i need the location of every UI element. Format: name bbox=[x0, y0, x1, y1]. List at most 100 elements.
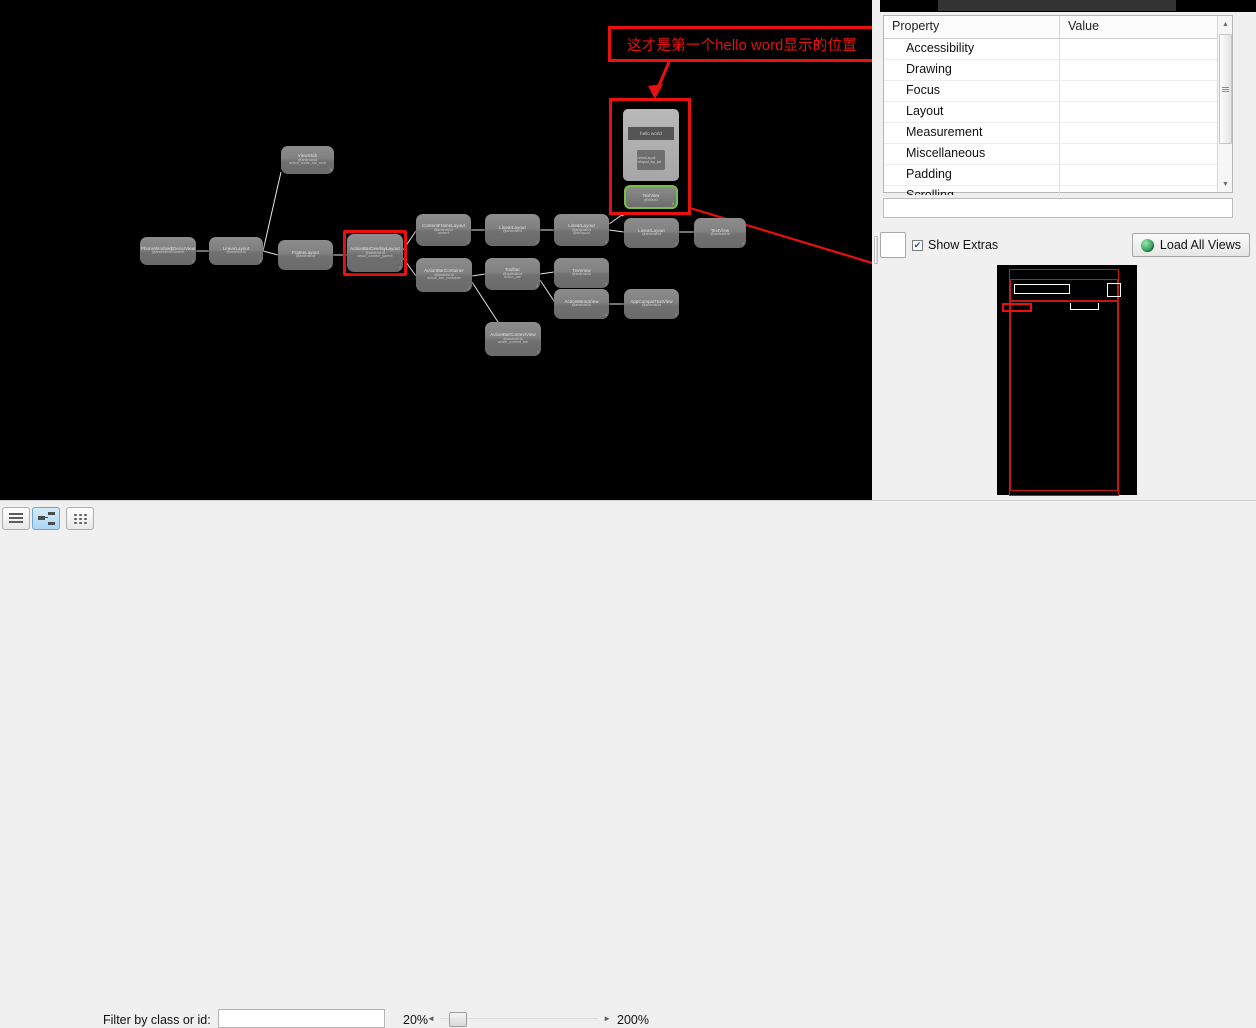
view-tree-canvas[interactable]: hello world LinearLayout id/layout_top_b… bbox=[0, 0, 872, 500]
color-swatch-button[interactable] bbox=[880, 232, 906, 258]
tree-node[interactable]: FrameLayout @android:id 1 bbox=[278, 240, 333, 270]
show-extras-checkbox[interactable]: ✔ Show Extras bbox=[912, 238, 998, 252]
node-preview-popup[interactable]: hello world LinearLayout id/layout_top_b… bbox=[609, 98, 691, 215]
zoom-min-label: 20% bbox=[403, 1013, 429, 1027]
tree-node-badge: 2 bbox=[468, 286, 470, 291]
load-all-views-button[interactable]: Load All Views bbox=[1131, 233, 1250, 257]
tree-node-sub2: action_mode_bar_stub bbox=[289, 161, 326, 166]
table-row[interactable]: Scrolling bbox=[884, 186, 1232, 196]
tree-node-sub2: action_context_bar bbox=[497, 340, 529, 345]
minimap-menu-block bbox=[1107, 283, 1121, 297]
tree-node-sub: @android:id/content bbox=[151, 250, 185, 255]
tree-node[interactable]: ActionBarOverlayLayout @android:id decor_c… bbox=[347, 234, 403, 272]
load-all-views-label: Load All Views bbox=[1159, 238, 1241, 252]
tree-node[interactable]: Toolbar @android:id action_bar 2 bbox=[485, 258, 540, 290]
tree-node[interactable]: LinearLayout @android:id 1 bbox=[624, 218, 679, 248]
table-row[interactable]: Focus bbox=[884, 81, 1232, 102]
property-name: Measurement bbox=[884, 123, 1060, 143]
tree-node-sub: @android:id bbox=[710, 232, 730, 237]
grid-icon bbox=[73, 513, 87, 524]
tree-node-sub2: @id/layout bbox=[572, 231, 591, 236]
zoom-max-label: 200% bbox=[617, 1013, 649, 1027]
tree-node-badge: 1 bbox=[192, 259, 194, 264]
property-value bbox=[1060, 39, 1232, 59]
tree-edges bbox=[196, 61, 872, 323]
property-value-field[interactable] bbox=[883, 198, 1233, 218]
property-name: Focus bbox=[884, 81, 1060, 101]
view-mode-grid-button[interactable] bbox=[66, 507, 94, 530]
slider-right-arrow-icon[interactable]: ► bbox=[603, 1014, 611, 1023]
tree-node[interactable]: AppCompatTextView @android:id 0 bbox=[624, 289, 679, 319]
tree-node[interactable]: ActionBarContainer @android:id action_bar_… bbox=[416, 258, 472, 292]
tree-node[interactable]: TextView @android:id 0 bbox=[554, 258, 609, 288]
property-panel: Property Value Accessibility Drawing Foc… bbox=[880, 0, 1256, 500]
panel-top-strip bbox=[880, 0, 1256, 12]
annotation-arrow-top bbox=[648, 61, 671, 99]
slider-left-arrow-icon[interactable]: ◄ bbox=[427, 1014, 435, 1023]
slider-thumb[interactable] bbox=[449, 1012, 467, 1027]
table-row[interactable]: Accessibility bbox=[884, 39, 1232, 60]
panel-splitter[interactable] bbox=[872, 0, 880, 500]
minimap-selected-block[interactable] bbox=[1002, 303, 1032, 312]
tree-node[interactable]: TextView @android:id 0 bbox=[694, 218, 746, 248]
device-preview: hello world LinearLayout id/layout_top_b… bbox=[623, 109, 679, 181]
highlighted-textview-node[interactable]: TextView @id/text1 0 bbox=[624, 185, 678, 209]
scroll-up-icon[interactable]: ▲ bbox=[1218, 16, 1233, 32]
property-value bbox=[1060, 102, 1232, 122]
tree-node[interactable]: LinearLayout @android:id 1 bbox=[485, 214, 540, 246]
tree-node-badge: 2 bbox=[536, 284, 538, 289]
property-name: Scrolling bbox=[884, 186, 1060, 195]
property-value bbox=[1060, 165, 1232, 185]
property-name: Drawing bbox=[884, 60, 1060, 80]
property-name: Padding bbox=[884, 165, 1060, 185]
tree-node-sub2: decor_content_parent bbox=[357, 254, 393, 259]
filter-input[interactable] bbox=[218, 1009, 385, 1028]
table-row[interactable]: Padding bbox=[884, 165, 1232, 186]
tree-node-sub: @android:id bbox=[571, 272, 592, 277]
table-row[interactable]: Drawing bbox=[884, 60, 1232, 81]
view-mode-tree-button[interactable] bbox=[32, 507, 60, 530]
tree-node-badge: 2 bbox=[399, 266, 401, 271]
tree-node[interactable]: ActionMenuView @android:id 0 bbox=[554, 289, 609, 319]
tree-node[interactable]: LinearLayout @android:id @id/layout 1 bbox=[554, 214, 609, 246]
panel-controls-row: ✔ Show Extras Load All Views bbox=[880, 232, 1256, 262]
tree-node-badge: 0 bbox=[330, 168, 332, 173]
minimap-content-outline bbox=[1010, 301, 1118, 491]
tree-node[interactable]: PhoneWindow$DecorView @android:id/content… bbox=[140, 237, 196, 265]
minimap-hello-block bbox=[1070, 303, 1099, 310]
tree-node-badge: 0 bbox=[537, 350, 539, 355]
tree-node[interactable]: ActionBarContextView @android:id action_co… bbox=[485, 322, 541, 356]
property-table-scrollbar[interactable]: ▲ ▼ bbox=[1217, 16, 1232, 192]
preview-inner-text: LinearLayout id/layout_top_bar bbox=[637, 156, 662, 164]
table-row[interactable]: Measurement bbox=[884, 123, 1232, 144]
annotation-text: 这才是第一个hello word显示的位置 bbox=[627, 37, 857, 54]
tree-node-sub: @android:id bbox=[226, 250, 246, 255]
hello-world-text: hello world bbox=[640, 131, 662, 136]
tree-node[interactable]: ViewStub @android:id action_mode_bar_stub 0 bbox=[281, 146, 334, 174]
show-extras-label: Show Extras bbox=[928, 238, 999, 252]
table-row[interactable]: Layout bbox=[884, 102, 1232, 123]
tree-node[interactable]: ContentFrameLayout @android:id content 1 bbox=[416, 214, 471, 246]
view-mode-list-button[interactable] bbox=[2, 507, 30, 530]
column-header-property: Property bbox=[884, 16, 1060, 38]
property-table[interactable]: Property Value Accessibility Drawing Foc… bbox=[883, 15, 1233, 196]
layout-minimap[interactable] bbox=[997, 265, 1137, 496]
tree-node[interactable]: LinearLayout @android:id 2 bbox=[209, 237, 263, 265]
property-name: Miscellaneous bbox=[884, 144, 1060, 164]
scroll-down-icon[interactable]: ▼ bbox=[1218, 176, 1233, 192]
highlighted-node-badge: 0 bbox=[672, 202, 674, 206]
preview-inner-node: LinearLayout id/layout_top_bar bbox=[637, 150, 665, 170]
tree-node-badge: 1 bbox=[675, 242, 677, 247]
tree-node-badge: 0 bbox=[742, 242, 744, 247]
hello-world-band: hello world bbox=[628, 127, 674, 140]
property-table-header: Property Value bbox=[884, 16, 1232, 39]
table-row[interactable]: Miscellaneous bbox=[884, 144, 1232, 165]
property-value bbox=[1060, 123, 1232, 143]
zoom-slider[interactable]: ◄ ► bbox=[427, 1010, 611, 1028]
list-icon bbox=[9, 512, 23, 525]
panel-top-bar bbox=[938, 0, 1176, 11]
scrollbar-thumb[interactable] bbox=[1219, 34, 1232, 144]
splitter-grip[interactable] bbox=[874, 236, 878, 264]
tree-node-badge: 2 bbox=[259, 259, 261, 264]
checkbox-check-icon[interactable]: ✔ bbox=[912, 239, 923, 251]
